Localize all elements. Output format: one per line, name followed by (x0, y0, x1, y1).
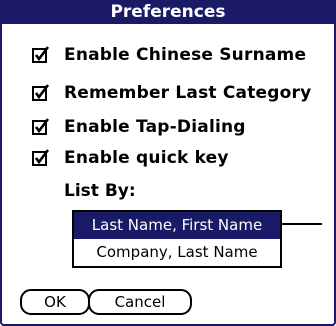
list-by-popup[interactable]: Last Name, First Name Company, Last Name (72, 210, 282, 268)
checkbox-checked-icon[interactable] (32, 84, 50, 102)
cancel-button[interactable]: Cancel (88, 289, 192, 315)
dialog-title: Preferences (0, 0, 336, 24)
list-option-company-last[interactable]: Company, Last Name (74, 239, 280, 266)
option-label: Enable quick key (64, 148, 229, 168)
option-label: Remember Last Category (64, 83, 312, 103)
list-by-label: List By: (64, 181, 136, 201)
checkbox-checked-icon[interactable] (32, 149, 50, 167)
option-remember-last-category[interactable]: Remember Last Category (32, 80, 311, 106)
list-option-last-first[interactable]: Last Name, First Name (74, 212, 280, 239)
selection-pointer-line (282, 223, 322, 225)
option-label: Enable Tap-Dialing (64, 117, 246, 137)
ok-button[interactable]: OK (20, 289, 90, 315)
option-enable-tap-dialing[interactable]: Enable Tap-Dialing (32, 114, 246, 140)
checkbox-checked-icon[interactable] (32, 46, 50, 64)
option-label: Enable Chinese Surname (64, 45, 307, 65)
option-enable-chinese-surname[interactable]: Enable Chinese Surname (32, 42, 306, 68)
checkbox-checked-icon[interactable] (32, 118, 50, 136)
option-enable-quick-key[interactable]: Enable quick key (32, 145, 229, 171)
